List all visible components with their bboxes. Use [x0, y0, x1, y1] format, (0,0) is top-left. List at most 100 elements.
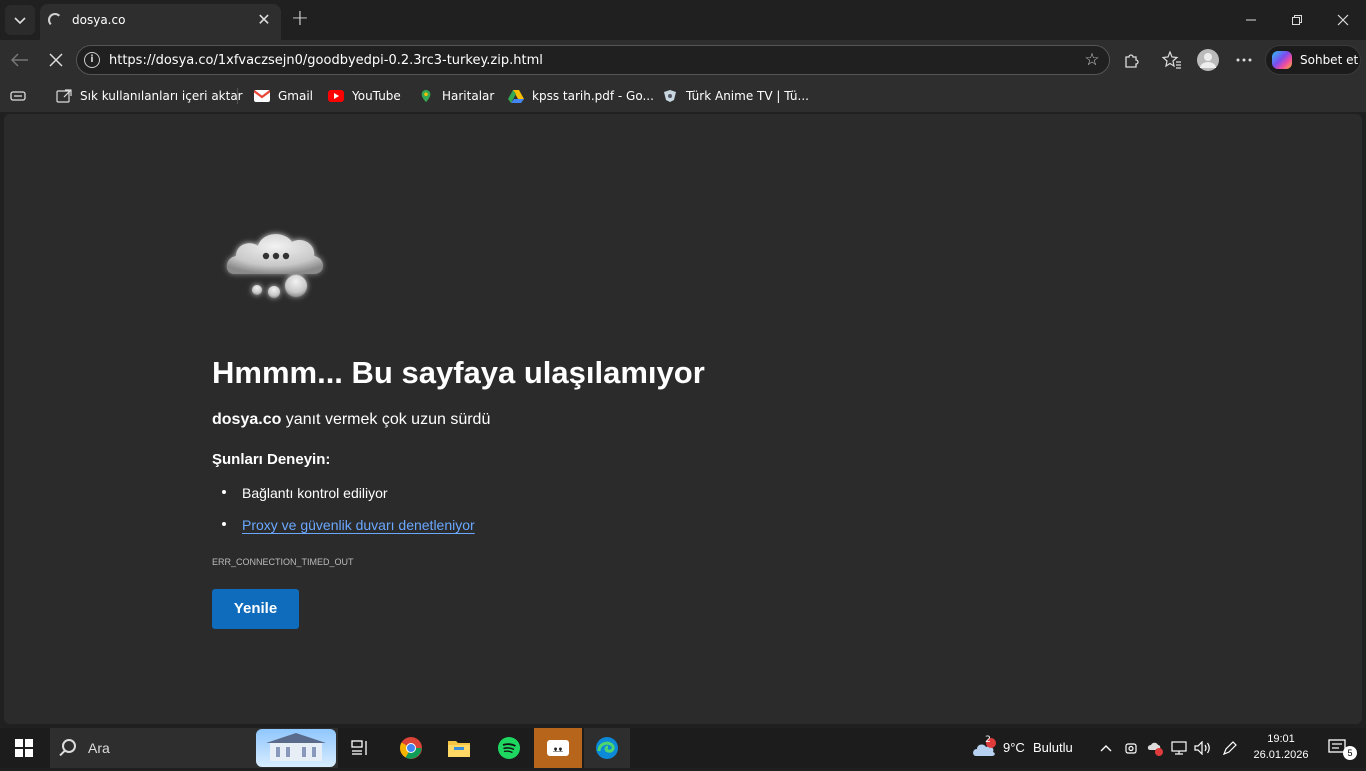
search-icon: [62, 739, 76, 753]
page-content: Hmmm... Bu sayfaya ulaşılamıyor dosya.co…: [4, 114, 1362, 724]
taskbar-app-active[interactable]: ᴥᴥ: [534, 728, 582, 768]
address-bar[interactable]: i https://dosya.co/1xfvaczsejn0/goodbyed…: [76, 45, 1110, 75]
bookmark-youtube[interactable]: YouTube: [328, 87, 401, 105]
bookmark-turkanime[interactable]: Türk Anime TV | Tü...: [662, 87, 809, 105]
bookmark-label: Türk Anime TV | Tü...: [686, 89, 809, 103]
close-window-button[interactable]: [1320, 0, 1366, 40]
bookmarks-bar: Sık kullanılanları içeri aktar Gmail You…: [0, 80, 1366, 112]
minimize-icon: [1246, 19, 1256, 21]
collections-button[interactable]: [2, 80, 34, 112]
tray-volume[interactable]: [1192, 728, 1214, 768]
restore-button[interactable]: [1274, 0, 1320, 40]
youtube-icon: [328, 90, 344, 102]
speaker-icon: [1194, 741, 1210, 755]
taskbar-chrome[interactable]: [388, 728, 434, 768]
title-bar: dosya.co ✕ +: [0, 0, 1366, 40]
reload-button[interactable]: Yenile: [212, 589, 299, 629]
bookmark-label: Sık kullanılanları içeri aktar: [80, 89, 243, 103]
network-icon: [1171, 741, 1187, 755]
more-dots-icon: [1236, 58, 1252, 62]
profile-button[interactable]: [1192, 44, 1224, 76]
tab-active[interactable]: dosya.co ✕: [40, 4, 281, 40]
site-info-icon[interactable]: i: [84, 52, 100, 68]
copilot-label: Sohbet et: [1300, 53, 1359, 67]
tray-camera[interactable]: [1120, 728, 1142, 768]
settings-more-button[interactable]: [1228, 44, 1260, 76]
bookmark-label: YouTube: [352, 89, 401, 103]
suggestion-text: Bağlantı kontrol ediliyor: [242, 485, 388, 501]
task-view-icon: [351, 740, 367, 755]
tab-actions-icon: [10, 91, 26, 101]
browser-toolbar: i https://dosya.co/1xfvaczsejn0/goodbyed…: [0, 40, 1366, 80]
edge-icon: [596, 737, 618, 759]
import-icon: [56, 89, 72, 103]
taskbar-search[interactable]: Ara: [50, 728, 338, 768]
new-tab-button[interactable]: +: [288, 8, 312, 32]
close-icon: [49, 53, 63, 67]
tray-overflow-button[interactable]: [1096, 728, 1116, 768]
loading-spinner-icon: [48, 13, 62, 27]
bookmark-maps[interactable]: Haritalar: [418, 87, 494, 105]
task-view-button[interactable]: [340, 728, 380, 768]
bookmark-drive[interactable]: kpss tarih.pdf - Go...: [508, 87, 654, 105]
favorites-button[interactable]: [1156, 44, 1188, 76]
taskbar: Ara ᴥᴥ 2 9°C Bulutlu 19:01 26.01.2026 5: [0, 728, 1366, 768]
weather-widget[interactable]: 2: [968, 728, 1000, 768]
tab-actions-menu-button[interactable]: [5, 5, 35, 35]
error-message: dosya.co yanıt vermek çok uzun sürdü: [212, 411, 490, 429]
start-button[interactable]: [0, 728, 48, 768]
back-button[interactable]: [4, 44, 36, 76]
search-label: Ara: [88, 740, 110, 756]
gmail-icon: [254, 90, 270, 102]
turkanime-icon: [664, 90, 676, 102]
tray-vpn[interactable]: [1144, 728, 1166, 768]
bookmark-label: Gmail: [278, 89, 314, 103]
system-clock[interactable]: 19:01 26.01.2026: [1250, 731, 1312, 763]
bookmark-gmail[interactable]: Gmail: [254, 87, 313, 105]
clock-time: 19:01: [1267, 733, 1295, 745]
error-host: dosya.co: [212, 411, 282, 428]
suggestion-item: Proxy ve güvenlik duvarı denetleniyor: [222, 517, 475, 533]
copilot-icon: [1272, 51, 1292, 69]
drive-icon: [508, 90, 524, 103]
copilot-chat-button[interactable]: Sohbet et: [1265, 45, 1361, 75]
spotify-icon: [498, 737, 520, 759]
chevron-up-icon: [1100, 745, 1112, 752]
proxy-firewall-link[interactable]: Proxy ve güvenlik duvarı denetleniyor: [242, 517, 475, 533]
pen-icon: [1222, 741, 1237, 756]
favorites-icon: [1162, 51, 1181, 69]
bookmark-import[interactable]: Sık kullanılanları içeri aktar: [56, 87, 243, 105]
extensions-button[interactable]: [1116, 44, 1148, 76]
taskbar-edge[interactable]: [584, 728, 630, 768]
notification-center-button[interactable]: 5: [1318, 728, 1358, 768]
notification-count-badge: 5: [1343, 746, 1357, 760]
taskbar-spotify[interactable]: [486, 728, 532, 768]
taskbar-file-explorer[interactable]: [436, 728, 482, 768]
arrow-left-icon: [11, 53, 28, 67]
bullet-icon: [222, 490, 226, 495]
suggestion-item: Bağlantı kontrol ediliyor: [222, 485, 388, 501]
tab-title: dosya.co: [72, 13, 126, 27]
search-highlight-image: [256, 729, 336, 767]
weather-badge: 2: [985, 735, 991, 745]
bullet-icon: [222, 522, 226, 527]
minimize-button[interactable]: [1228, 0, 1274, 40]
weather-temperature[interactable]: 9°C: [1003, 740, 1025, 755]
suggestions-heading: Şunları Deneyin:: [212, 451, 331, 468]
svg-text:ᴥᴥ: ᴥᴥ: [553, 745, 563, 755]
cloud-error-icon: [1147, 742, 1163, 756]
folder-icon: [448, 741, 470, 757]
tray-pen[interactable]: [1218, 728, 1242, 768]
thinking-cloud-icon: [220, 218, 332, 310]
tray-network[interactable]: [1168, 728, 1190, 768]
windows-logo-icon: [15, 739, 33, 757]
favorite-star-icon[interactable]: ☆: [1081, 49, 1103, 71]
weather-description[interactable]: Bulutlu: [1033, 740, 1073, 755]
app-icon: ᴥᴥ: [547, 740, 569, 756]
puzzle-icon: [1125, 54, 1139, 68]
address-url[interactable]: https://dosya.co/1xfvaczsejn0/goodbyedpi…: [109, 53, 543, 68]
tab-close-icon[interactable]: ✕: [255, 11, 273, 29]
close-icon: [1337, 14, 1349, 26]
chrome-icon: [400, 737, 422, 759]
stop-loading-button[interactable]: [40, 44, 72, 76]
